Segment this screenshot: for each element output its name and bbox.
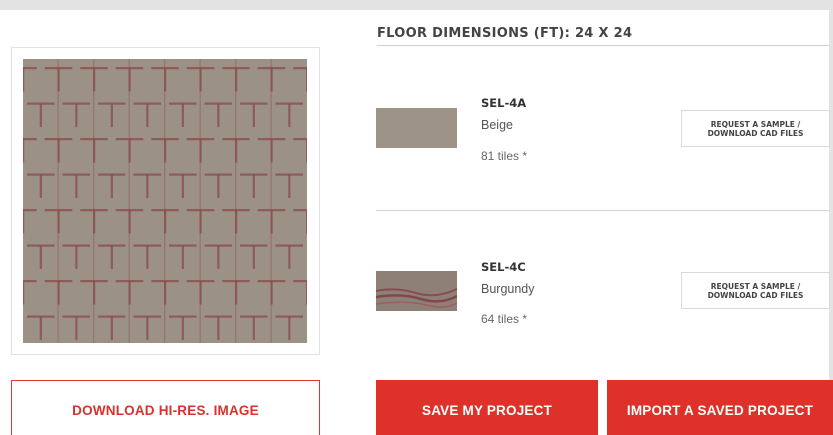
tile-swatch-sel-4c xyxy=(375,271,458,311)
floor-preview-frame xyxy=(11,47,320,355)
floor-dimensions-title: FLOOR DIMENSIONS (FT): 24 X 24 xyxy=(377,26,633,41)
request-line-1: REQUEST A SAMPLE / xyxy=(710,119,801,129)
tile-color-name: Burgundy xyxy=(481,282,535,296)
request-line-1: REQUEST A SAMPLE / xyxy=(710,281,801,291)
right-scroll-edge xyxy=(829,0,833,435)
floor-preview-image xyxy=(23,59,307,343)
tile-count: 81 tiles * xyxy=(481,149,528,163)
divider xyxy=(376,210,829,211)
tile-code: SEL-4C xyxy=(481,260,526,274)
request-line-2: DOWNLOAD CAD FILES xyxy=(707,128,804,138)
request-sample-button[interactable]: REQUEST A SAMPLE / DOWNLOAD CAD FILES xyxy=(681,272,830,309)
import-saved-project-button[interactable]: IMPORT A SAVED PROJECT xyxy=(607,380,833,435)
tile-count: 64 tiles * xyxy=(481,312,528,326)
tile-color-name: Beige xyxy=(481,118,513,132)
t-pattern-carpet-render xyxy=(23,59,307,343)
request-line-2: DOWNLOAD CAD FILES xyxy=(707,290,804,300)
save-project-button[interactable]: SAVE MY PROJECT xyxy=(376,380,598,435)
divider xyxy=(377,45,829,46)
download-hi-res-image-button[interactable]: DOWNLOAD HI-RES. IMAGE xyxy=(11,380,320,435)
top-strip xyxy=(0,0,833,10)
tile-swatch-sel-4a xyxy=(376,108,457,148)
request-sample-button[interactable]: REQUEST A SAMPLE / DOWNLOAD CAD FILES xyxy=(681,110,830,147)
tile-code: SEL-4A xyxy=(481,96,527,110)
